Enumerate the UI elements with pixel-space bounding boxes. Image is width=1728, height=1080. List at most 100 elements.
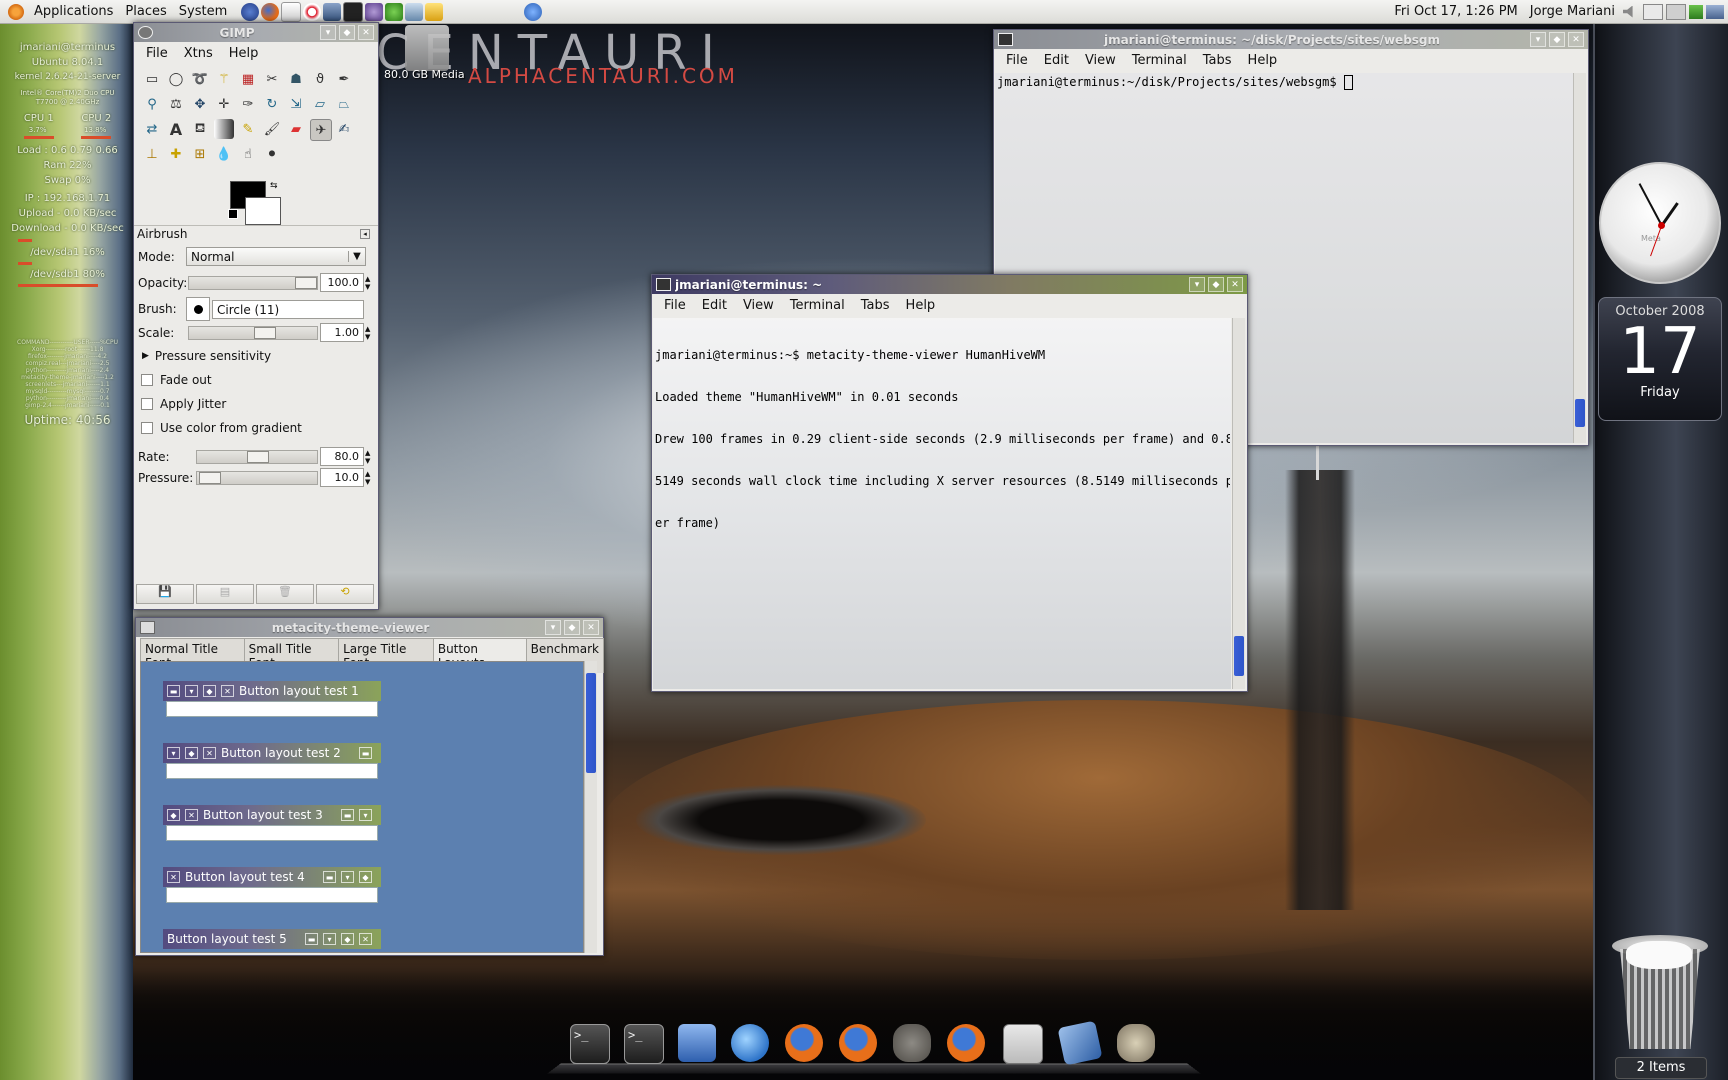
rect-select-icon[interactable]: ▭ (142, 69, 162, 89)
heal-icon[interactable]: ✚ (166, 144, 186, 164)
window-icon[interactable] (140, 621, 155, 634)
menu-xtns[interactable]: Xtns (176, 46, 221, 61)
text-icon[interactable]: A (166, 119, 186, 139)
perspective-icon[interactable]: ⏢ (334, 94, 354, 114)
minimize-icon[interactable]: ▾ (359, 809, 372, 821)
close-icon[interactable]: ✕ (359, 933, 372, 945)
help-launcher-icon[interactable] (303, 2, 322, 21)
align-icon[interactable]: ✛ (214, 94, 234, 114)
slider-knob[interactable] (254, 326, 276, 339)
terminal-icon[interactable]: >_ (570, 1024, 610, 1064)
maximize-icon[interactable]: ◆ (359, 871, 372, 883)
gradient-color-checkbox[interactable] (141, 422, 153, 434)
applications-menu[interactable]: Applications (28, 4, 119, 19)
flip-icon[interactable]: ⇄ (142, 119, 162, 139)
paths-icon[interactable]: ϑ (310, 69, 330, 89)
globe-launcher-icon[interactable] (241, 2, 260, 21)
analog-clock-widget[interactable]: Meta (1599, 162, 1721, 284)
ink-icon[interactable]: ✍ (334, 119, 354, 139)
opacity-slider[interactable] (188, 275, 318, 290)
expander-arrow-icon[interactable]: ▶ (142, 351, 149, 361)
menu-file[interactable]: File (656, 298, 694, 313)
smudge-icon[interactable]: ☝ (238, 144, 258, 164)
minimize-icon[interactable]: ▾ (185, 685, 198, 697)
menu-icon[interactable]: ▬ (341, 809, 354, 821)
apply-jitter-label[interactable]: Apply Jitter (160, 397, 226, 411)
spin-arrows-icon[interactable]: ▲ ▼ (365, 275, 370, 291)
scale-icon[interactable]: ⇲ (286, 94, 306, 114)
clone-icon[interactable]: ⊥ (142, 144, 162, 164)
rate-slider[interactable] (196, 449, 318, 464)
scrollbar-thumb[interactable] (1575, 399, 1585, 427)
menu-icon[interactable]: ▬ (359, 747, 372, 759)
menu-edit[interactable]: Edit (1036, 53, 1077, 68)
maximize-button[interactable]: ◆ (1208, 277, 1224, 292)
calendar-widget[interactable]: October 2008 17 Friday (1598, 297, 1722, 421)
move-icon[interactable]: ✥ (190, 94, 210, 114)
file-manager-icon[interactable] (678, 1024, 716, 1062)
mixer-icon[interactable] (1117, 1024, 1155, 1062)
magic-wand-icon[interactable]: ⚚ (214, 69, 234, 89)
terminal-window-icon[interactable] (656, 278, 671, 291)
gimp-icon[interactable] (893, 1024, 931, 1062)
blur-icon[interactable]: 💧 (214, 144, 234, 164)
fade-out-checkbox[interactable] (141, 374, 153, 386)
measure-icon[interactable]: ⚖ (166, 94, 186, 114)
close-button[interactable]: ✕ (583, 620, 599, 635)
panel-clock[interactable]: Fri Oct 17, 1:26 PM (1394, 4, 1517, 19)
close-button[interactable]: ✕ (1568, 32, 1584, 47)
minimize-button[interactable]: ▾ (1189, 277, 1205, 292)
scale-spinbutton[interactable]: 1.00 (320, 323, 364, 342)
menu-terminal[interactable]: Terminal (1124, 53, 1195, 68)
window-icon[interactable] (1003, 1024, 1043, 1064)
terminal-front-titlebar[interactable]: jmariani@terminus: ~ ▾ ◆ ✕ (652, 275, 1247, 294)
maximize-icon[interactable]: ◆ (167, 809, 180, 821)
menu-tabs[interactable]: Tabs (853, 298, 898, 313)
pressure-spinbutton[interactable]: 10.0 (320, 468, 364, 487)
maximize-icon[interactable]: ◆ (203, 685, 216, 697)
firefox-icon[interactable] (785, 1024, 823, 1062)
terminal-back-scrollbar[interactable] (1573, 73, 1586, 443)
minimize-icon[interactable]: ▾ (341, 871, 354, 883)
tool-options-menu-icon[interactable]: ◂ (360, 229, 370, 239)
blue-fish-icon[interactable] (524, 2, 543, 21)
close-button[interactable]: ✕ (358, 25, 374, 40)
trash-icon[interactable] (1606, 935, 1714, 1055)
maximize-button[interactable]: ◆ (1549, 32, 1565, 47)
close-icon[interactable]: ✕ (203, 747, 216, 759)
pidgin-icon[interactable] (731, 1024, 769, 1062)
brush-name-field[interactable]: Circle (11) (212, 299, 364, 319)
terminal-back-titlebar[interactable]: jmariani@terminus: ~/disk/Projects/sites… (994, 30, 1588, 49)
files-launcher-icon[interactable] (425, 2, 444, 21)
pencil-icon[interactable]: ✎ (238, 119, 258, 139)
button-layouts-panel[interactable]: ▬ ▾ ◆ ✕ Button layout test 1 ▾ ◆ ✕ Butto… (140, 661, 584, 953)
menu-edit[interactable]: Edit (694, 298, 735, 313)
reset-options-button[interactable]: ⟲ (316, 584, 374, 604)
panel-user-name[interactable]: Jorge Mariani (1530, 4, 1615, 19)
eraser-icon[interactable]: ▰ (286, 119, 306, 139)
maximize-button[interactable]: ◆ (564, 620, 580, 635)
shear-icon[interactable]: ▱ (310, 94, 330, 114)
menu-file[interactable]: File (138, 46, 176, 61)
opacity-spinbutton[interactable]: 100.0 (320, 273, 364, 292)
hard-drive-label[interactable]: 80.0 GB Media (384, 68, 465, 81)
update-launcher-icon[interactable] (385, 2, 404, 21)
menu-view[interactable]: View (735, 298, 782, 313)
menu-terminal[interactable]: Terminal (782, 298, 853, 313)
minimize-button[interactable]: ▾ (320, 25, 336, 40)
scrollbar-thumb[interactable] (1234, 636, 1244, 676)
minimize-icon[interactable]: ▾ (167, 747, 180, 759)
scrollbar-thumb[interactable] (586, 673, 596, 773)
menu-icon[interactable]: ▬ (323, 871, 336, 883)
mode-dropdown[interactable]: Normal ▼ (186, 247, 366, 266)
minimize-icon[interactable]: ▾ (323, 933, 336, 945)
reset-colors-icon[interactable] (228, 209, 238, 219)
theme-viewer-scrollbar[interactable] (584, 661, 597, 953)
pidgin-launcher-icon[interactable] (365, 2, 384, 21)
scissors-icon[interactable]: ✂ (262, 69, 282, 89)
theme-viewer-titlebar[interactable]: metacity-theme-viewer ▾ ◆ ✕ (136, 618, 603, 637)
paintbrush-icon[interactable]: 🖌 (262, 119, 282, 139)
lasso-icon[interactable]: ➰ (190, 69, 210, 89)
spin-arrows-icon[interactable]: ▲ ▼ (365, 449, 370, 465)
pressure-sensitivity-expander[interactable]: Pressure sensitivity (155, 349, 271, 363)
